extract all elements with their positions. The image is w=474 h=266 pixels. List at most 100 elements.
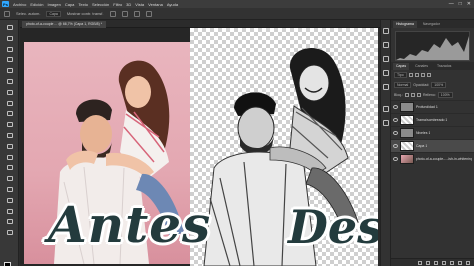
new-layer-icon[interactable] [458,260,462,265]
filter-type-icon[interactable] [420,73,425,77]
quick-select-icon[interactable] [6,56,14,63]
layer-row[interactable]: Niveles 1 [391,126,474,139]
brush-icon[interactable] [6,100,14,107]
layer-thumbnail [400,141,414,151]
canvas[interactable]: Antes Despues [20,28,378,266]
stamp-icon[interactable] [6,110,14,117]
document-tab[interactable]: photo-of-a-couple ... @ 66,7% (Capa 1, R… [22,21,107,28]
right-panels: Histograma Navegador Capas Canales Traza… [391,20,474,266]
menu-edicion[interactable]: Edición [30,2,43,7]
align-right-icon[interactable] [133,10,140,17]
visibility-eye-icon[interactable] [393,118,398,122]
move-icon[interactable] [6,24,14,31]
menu-vista[interactable]: Vista [135,2,144,7]
marquee-icon[interactable] [6,35,14,42]
layer-row[interactable]: Capa 1 [391,139,474,152]
path-select-icon[interactable] [6,197,14,204]
menu-filtro[interactable]: Filtro [113,2,122,7]
document-tab-bar: photo-of-a-couple ... @ 66,7% (Capa 1, R… [20,20,380,28]
layer-filter-select[interactable]: Tipo [394,72,407,78]
lasso-icon[interactable] [6,46,14,53]
align-center-icon[interactable] [121,10,128,17]
gradient-icon[interactable] [6,143,14,150]
fill-label: Relleno: [422,93,436,97]
layer-name: Trama/sombreado 1 [416,118,448,122]
eyedropper-icon[interactable] [6,78,14,85]
lock-row: Bloq.: Relleno: 100% [391,90,474,100]
tab-canales[interactable]: Canales [412,63,431,70]
dodge-icon[interactable] [6,164,14,171]
distribute-icon[interactable] [145,10,152,17]
new-group-icon[interactable] [450,260,454,265]
zoom-icon[interactable] [6,229,14,236]
lock-pixels-icon[interactable] [404,93,409,97]
menu-3d[interactable]: 3D [126,2,131,7]
foreground-color-swatch[interactable] [4,262,11,266]
menu-ventana[interactable]: Ventana [148,2,163,7]
visibility-eye-icon[interactable] [393,157,398,161]
maximize-button[interactable]: □ [459,1,462,7]
delete-layer-icon[interactable] [466,260,470,265]
filter-adjustment-icon[interactable] [414,73,419,77]
visibility-eye-icon[interactable] [393,144,398,148]
blur-icon[interactable] [6,154,14,161]
layer-filter-row: Tipo [391,70,474,80]
visibility-eye-icon[interactable] [393,105,398,109]
layers-footer [391,258,474,266]
link-layers-icon[interactable] [418,260,422,265]
adjustment-layer-icon[interactable] [442,260,446,265]
paragraph-icon[interactable] [383,106,389,112]
layer-thumbnail [399,154,414,164]
history-icon[interactable] [383,28,389,34]
pen-icon[interactable] [6,175,14,182]
adjustments-icon[interactable] [383,56,389,62]
lock-position-icon[interactable] [410,93,415,97]
menu-ayuda[interactable]: Ayuda [167,2,178,7]
menu-archivo[interactable]: Archivo [13,2,26,7]
shape-icon[interactable] [6,208,14,215]
lock-all-icon[interactable] [416,93,421,97]
layer-name: photo-of-a-couple-...-lsh-in-whitening [415,157,472,161]
options-bar: Selec. autom. Capa Mostrar contr. transf… [0,8,474,20]
layer-row[interactable]: Profundidad 1 [391,100,474,113]
menu-texto[interactable]: Texto [78,2,88,7]
character-icon[interactable] [383,120,389,126]
auto-select-label[interactable]: Selec. autom. [16,11,40,16]
history-brush-icon[interactable] [6,121,14,128]
blend-mode-select[interactable]: Normal [394,82,412,88]
menu-seleccion[interactable]: Selección [92,2,109,7]
crop-icon[interactable] [6,67,14,74]
opacity-input[interactable]: 100% [431,82,447,88]
tab-navegador[interactable]: Navegador [420,21,443,28]
menu-imagen[interactable]: Imagen [47,2,60,7]
fill-input[interactable]: 100% [437,92,453,98]
filter-shape-icon[interactable] [426,73,431,77]
before-caption: Antes [48,195,212,254]
close-button[interactable]: ✕ [467,1,471,7]
layer-thumbnail [400,128,414,138]
tab-capas[interactable]: Capas [393,63,410,70]
layer-style-icon[interactable] [426,260,430,265]
eraser-icon[interactable] [6,132,14,139]
visibility-eye-icon[interactable] [393,131,398,135]
show-transform-controls-checkbox[interactable]: Mostrar contr. transf. [67,11,104,16]
tab-trazados[interactable]: Trazados [434,63,454,70]
hand-icon[interactable] [6,218,14,225]
menu-capa[interactable]: Capa [65,2,75,7]
swatches-icon[interactable] [383,70,389,76]
tab-histograma[interactable]: Histograma [393,21,417,28]
auto-select-target-select[interactable]: Capa [46,10,61,17]
type-icon[interactable] [6,186,14,193]
move-tool-icon[interactable] [4,10,10,17]
align-left-icon[interactable] [109,10,116,17]
opacity-label: Opacidad: [413,83,430,87]
lock-label: Bloq.: [394,93,403,97]
layer-row[interactable]: photo-of-a-couple-...-lsh-in-whitening [391,152,474,165]
add-mask-icon[interactable] [434,260,438,265]
filter-pixel-icon[interactable] [408,73,413,77]
layer-row[interactable]: Trama/sombreado 1 [391,113,474,126]
properties-icon[interactable] [383,42,389,48]
healing-icon[interactable] [6,89,14,96]
minimize-button[interactable]: — [449,1,454,7]
libraries-icon[interactable] [383,84,389,90]
